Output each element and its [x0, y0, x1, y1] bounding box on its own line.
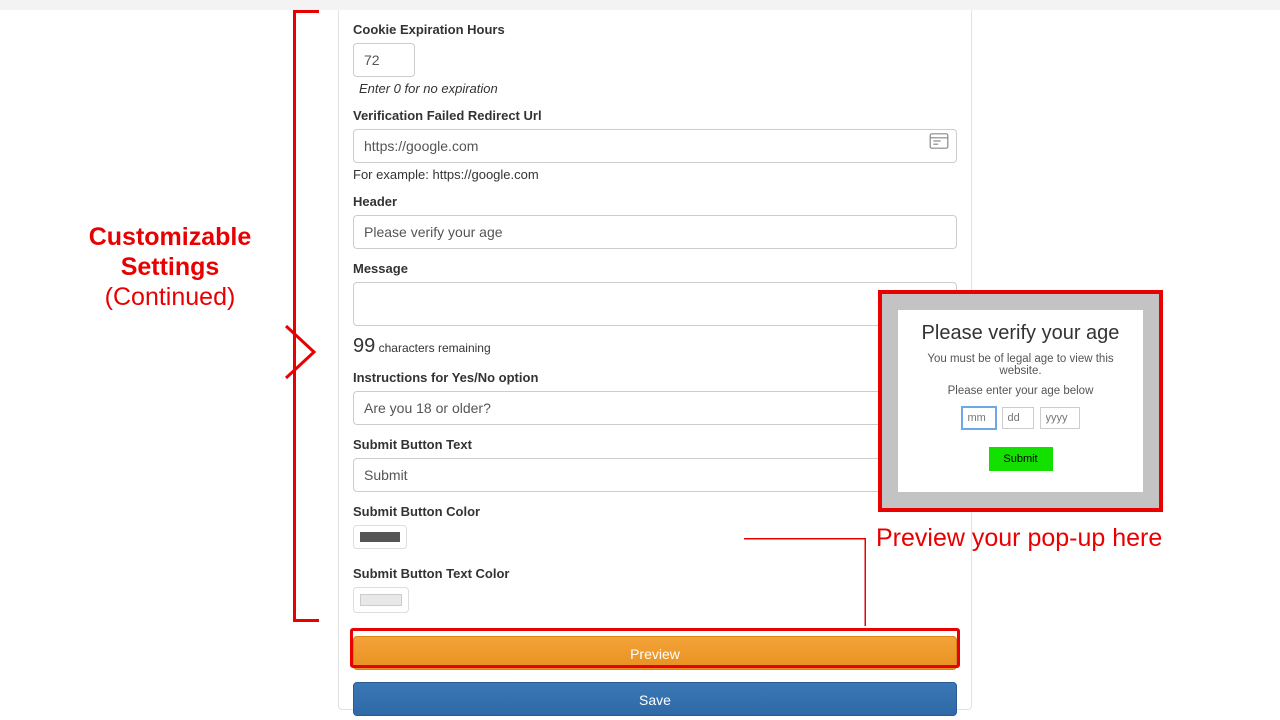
annotation-preview-caption: Preview your pop-up here: [876, 524, 1162, 553]
annotation-left-bracket: [293, 10, 319, 622]
url-card-icon: [929, 133, 949, 149]
message-textarea[interactable]: [353, 282, 957, 326]
submit-color-label: Submit Button Color: [353, 504, 957, 519]
submit-text-label: Submit Button Text: [353, 437, 957, 452]
instructions-input[interactable]: [353, 391, 957, 425]
submit-color-swatch: [360, 532, 400, 542]
submit-text-input[interactable]: [353, 458, 957, 492]
cookie-expiration-input[interactable]: [353, 43, 415, 77]
annotation-preview-outline: [350, 628, 960, 668]
submit-textcolor-label: Submit Button Text Color: [353, 566, 957, 581]
redirect-url-input[interactable]: [353, 129, 957, 163]
annotation-left-arrow-icon: [280, 320, 320, 384]
redirect-url-label: Verification Failed Redirect Url: [353, 108, 957, 123]
annotation-popup-outline: [878, 290, 1163, 512]
message-label: Message: [353, 261, 957, 276]
save-button[interactable]: Save: [353, 682, 957, 716]
settings-panel: Cookie Expiration Hours Enter 0 for no e…: [338, 10, 972, 710]
cookie-expiration-label: Cookie Expiration Hours: [353, 22, 957, 37]
top-gray-band: [0, 0, 1280, 10]
header-input[interactable]: [353, 215, 957, 249]
annotation-left-caption: Customizable Settings (Continued): [44, 222, 296, 312]
cookie-expiration-hint: Enter 0 for no expiration: [359, 81, 957, 96]
message-chars-remaining: 99 characters remaining: [353, 335, 957, 358]
annotation-connector: [744, 538, 866, 630]
submit-textcolor-swatch: [360, 594, 402, 606]
instructions-label: Instructions for Yes/No option: [353, 370, 957, 385]
submit-color-picker[interactable]: [353, 525, 407, 549]
header-label: Header: [353, 194, 957, 209]
redirect-url-hint: For example: https://google.com: [353, 167, 957, 182]
submit-textcolor-picker[interactable]: [353, 587, 409, 613]
